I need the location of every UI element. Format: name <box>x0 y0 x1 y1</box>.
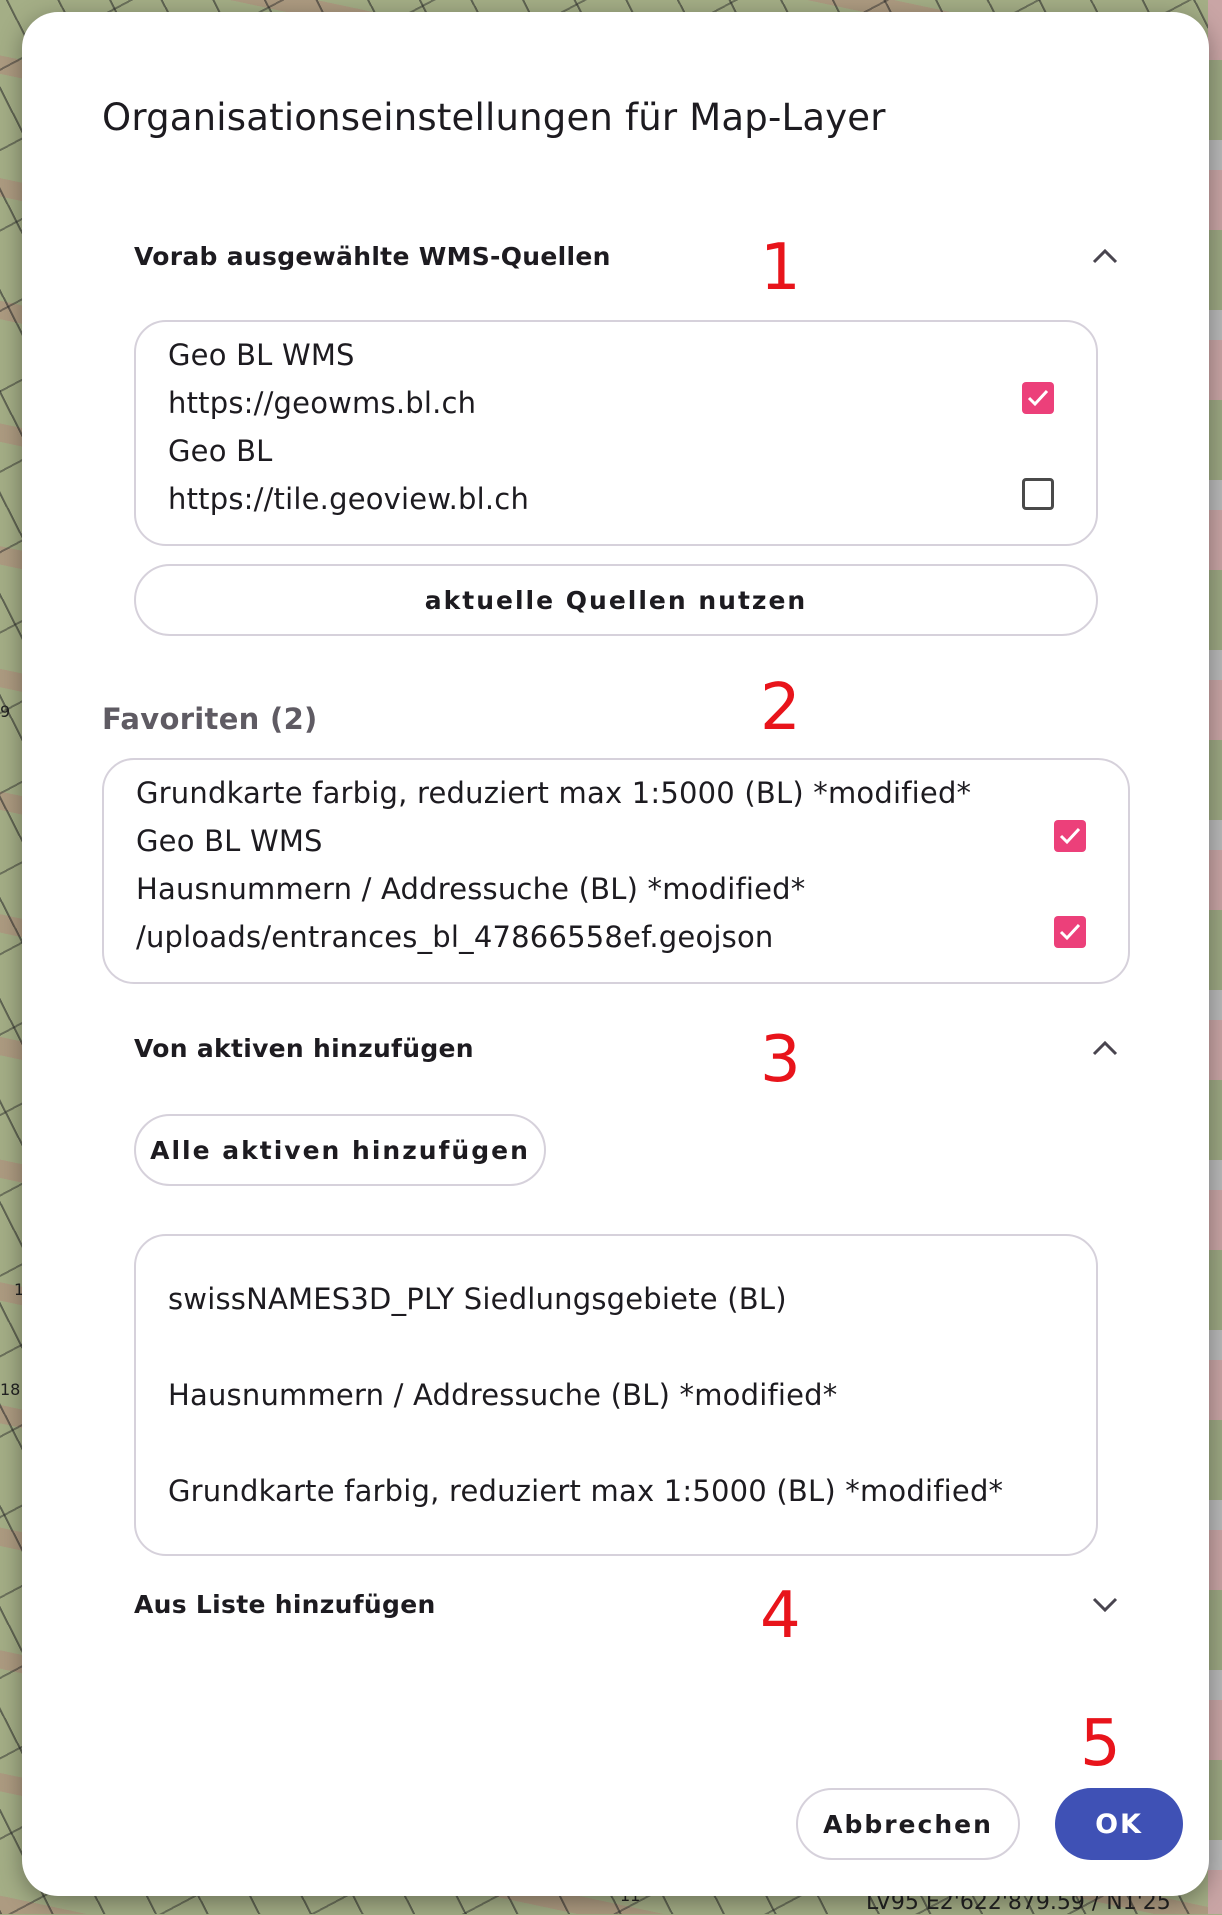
map-label: 18 <box>0 1380 21 1399</box>
map-edge <box>1208 0 1222 1914</box>
annotation-marker-4: 4 <box>760 1579 801 1653</box>
wms-source-row[interactable]: Geo BL https://tile.geoview.bl.ch <box>136 422 1096 518</box>
check-icon <box>1059 827 1081 845</box>
active-section-header[interactable]: Von aktiven hinzufügen <box>134 1018 1122 1078</box>
map-label: 9 <box>0 702 11 721</box>
check-icon <box>1059 923 1081 941</box>
active-section-title: Von aktiven hinzufügen <box>134 1033 474 1063</box>
chevron-up-icon[interactable] <box>1088 1031 1122 1065</box>
wms-source-name: Geo BL <box>168 434 273 468</box>
favorites-title: Favoriten (2) <box>102 702 318 736</box>
dialog-title: Organisationseinstellungen für Map-Layer <box>102 96 886 139</box>
favorite-row[interactable]: Grundkarte farbig, reduziert max 1:5000 … <box>104 764 1128 860</box>
favorite-layer-source: Geo BL WMS <box>136 824 323 858</box>
wms-sources-list: Geo BL WMS https://geowms.bl.ch Geo BL h… <box>134 320 1098 546</box>
wms-source-url: https://tile.geoview.bl.ch <box>168 482 530 516</box>
list-section-title: Aus Liste hinzufügen <box>134 1589 436 1619</box>
annotation-marker-3: 3 <box>760 1023 801 1097</box>
wms-section-header[interactable]: Vorab ausgewählte WMS-Quellen <box>134 226 1122 286</box>
wms-source-name: Geo BL WMS <box>168 338 355 372</box>
check-icon <box>1027 389 1049 407</box>
wms-source-checkbox[interactable] <box>1022 382 1054 414</box>
active-layer-item[interactable]: Hausnummern / Addressuche (BL) *modified… <box>168 1378 838 1412</box>
favorite-checkbox[interactable] <box>1054 916 1086 948</box>
wms-source-url: https://geowms.bl.ch <box>168 386 477 420</box>
add-all-active-button[interactable]: Alle aktiven hinzufügen <box>134 1114 546 1186</box>
favorite-row[interactable]: Hausnummern / Addressuche (BL) *modified… <box>104 860 1128 956</box>
active-layer-item[interactable]: swissNAMES3D_PLY Siedlungsgebiete (BL) <box>168 1282 787 1316</box>
favorites-list: Grundkarte farbig, reduziert max 1:5000 … <box>102 758 1130 984</box>
annotation-marker-2: 2 <box>760 671 801 745</box>
favorite-layer-name: Hausnummern / Addressuche (BL) *modified… <box>136 872 806 906</box>
ok-button[interactable]: OK <box>1055 1788 1183 1860</box>
active-layer-item[interactable]: Grundkarte farbig, reduziert max 1:5000 … <box>168 1474 1003 1508</box>
wms-source-row[interactable]: Geo BL WMS https://geowms.bl.ch <box>136 326 1096 422</box>
list-section-header[interactable]: Aus Liste hinzufügen <box>134 1574 1122 1634</box>
use-current-sources-button[interactable]: aktuelle Quellen nutzen <box>134 564 1098 636</box>
layer-settings-dialog: Organisationseinstellungen für Map-Layer… <box>22 12 1209 1896</box>
chevron-up-icon[interactable] <box>1088 239 1122 273</box>
active-layers-list: swissNAMES3D_PLY Siedlungsgebiete (BL) H… <box>134 1234 1098 1556</box>
favorite-layer-name: Grundkarte farbig, reduziert max 1:5000 … <box>136 776 972 810</box>
wms-section-title: Vorab ausgewählte WMS-Quellen <box>134 241 611 271</box>
annotation-marker-5: 5 <box>1080 1707 1121 1781</box>
cancel-button[interactable]: Abbrechen <box>796 1788 1020 1860</box>
annotation-marker-1: 1 <box>760 231 801 305</box>
wms-source-checkbox[interactable] <box>1022 478 1054 510</box>
favorite-checkbox[interactable] <box>1054 820 1086 852</box>
chevron-down-icon[interactable] <box>1088 1587 1122 1621</box>
favorite-layer-source: /uploads/entrances_bl_47866558ef.geojson <box>136 920 774 954</box>
